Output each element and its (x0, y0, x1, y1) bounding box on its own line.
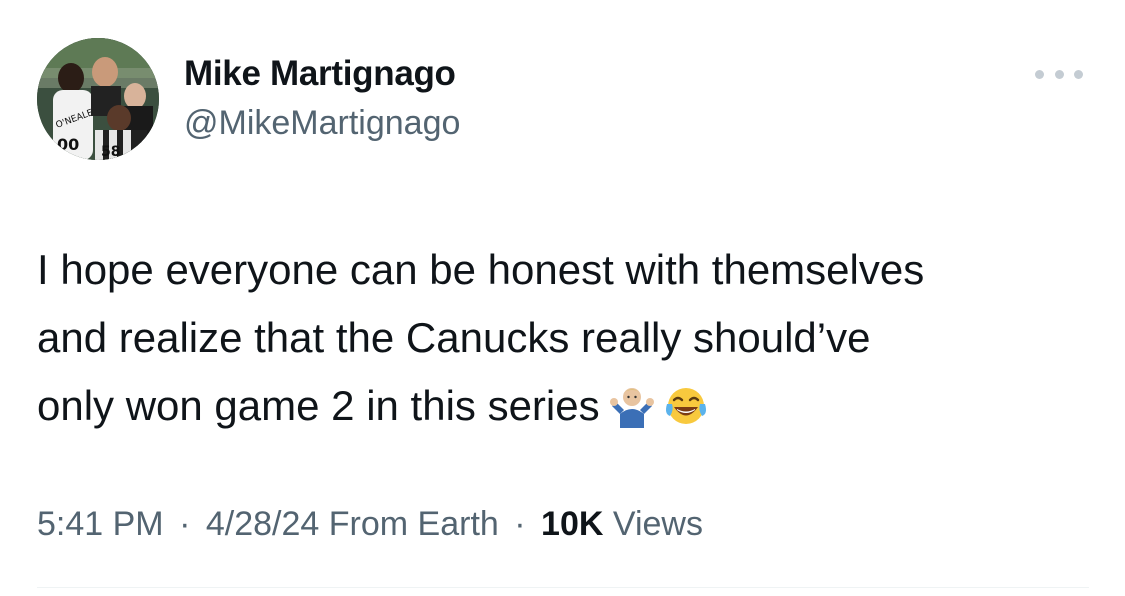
tweet-text-line: and realize that the Canucks really shou… (37, 314, 871, 361)
face-with-tears-of-joy-emoji-icon (664, 380, 708, 448)
tweet-time[interactable]: 5:41 PM (37, 505, 164, 543)
divider (37, 587, 1089, 588)
avatar[interactable]: O'NEALE 00 58 (37, 38, 159, 160)
views-count[interactable]: 10K (541, 505, 603, 543)
tweet-text-line: I hope everyone can be honest with thems… (37, 246, 925, 293)
more-dot-icon (1035, 69, 1044, 79)
person-shrugging-emoji-icon (609, 380, 654, 448)
meta-separator: · (514, 505, 526, 543)
tweet-date[interactable]: 4/28/24 (206, 505, 319, 543)
views-label: Views (612, 505, 703, 543)
avatar-image: O'NEALE 00 58 (37, 38, 159, 160)
tweet-text-line-last: only won game 2 in this series (37, 372, 1097, 448)
more-dot-icon (1054, 69, 1064, 79)
author-name[interactable]: Mike Martignago (184, 54, 456, 94)
meta-separator: · (179, 505, 191, 543)
tweet-card: O'NEALE 00 58 Mike Martignago @MikeMarti… (0, 0, 1125, 596)
svg-text:58: 58 (101, 144, 120, 160)
svg-text:00: 00 (57, 135, 79, 154)
more-options-button[interactable] (1035, 62, 1083, 86)
tweet-meta: 5:41 PM · 4/28/24 From Earth · 10K Views (37, 505, 703, 544)
tweet-source: From Earth (328, 505, 499, 543)
tweet-text-segment: only won game 2 in this series (37, 382, 600, 429)
more-dot-icon (1074, 69, 1083, 79)
author-handle[interactable]: @MikeMartignago (184, 104, 460, 143)
tweet-text: I hope everyone can be honest with thems… (37, 236, 1097, 448)
